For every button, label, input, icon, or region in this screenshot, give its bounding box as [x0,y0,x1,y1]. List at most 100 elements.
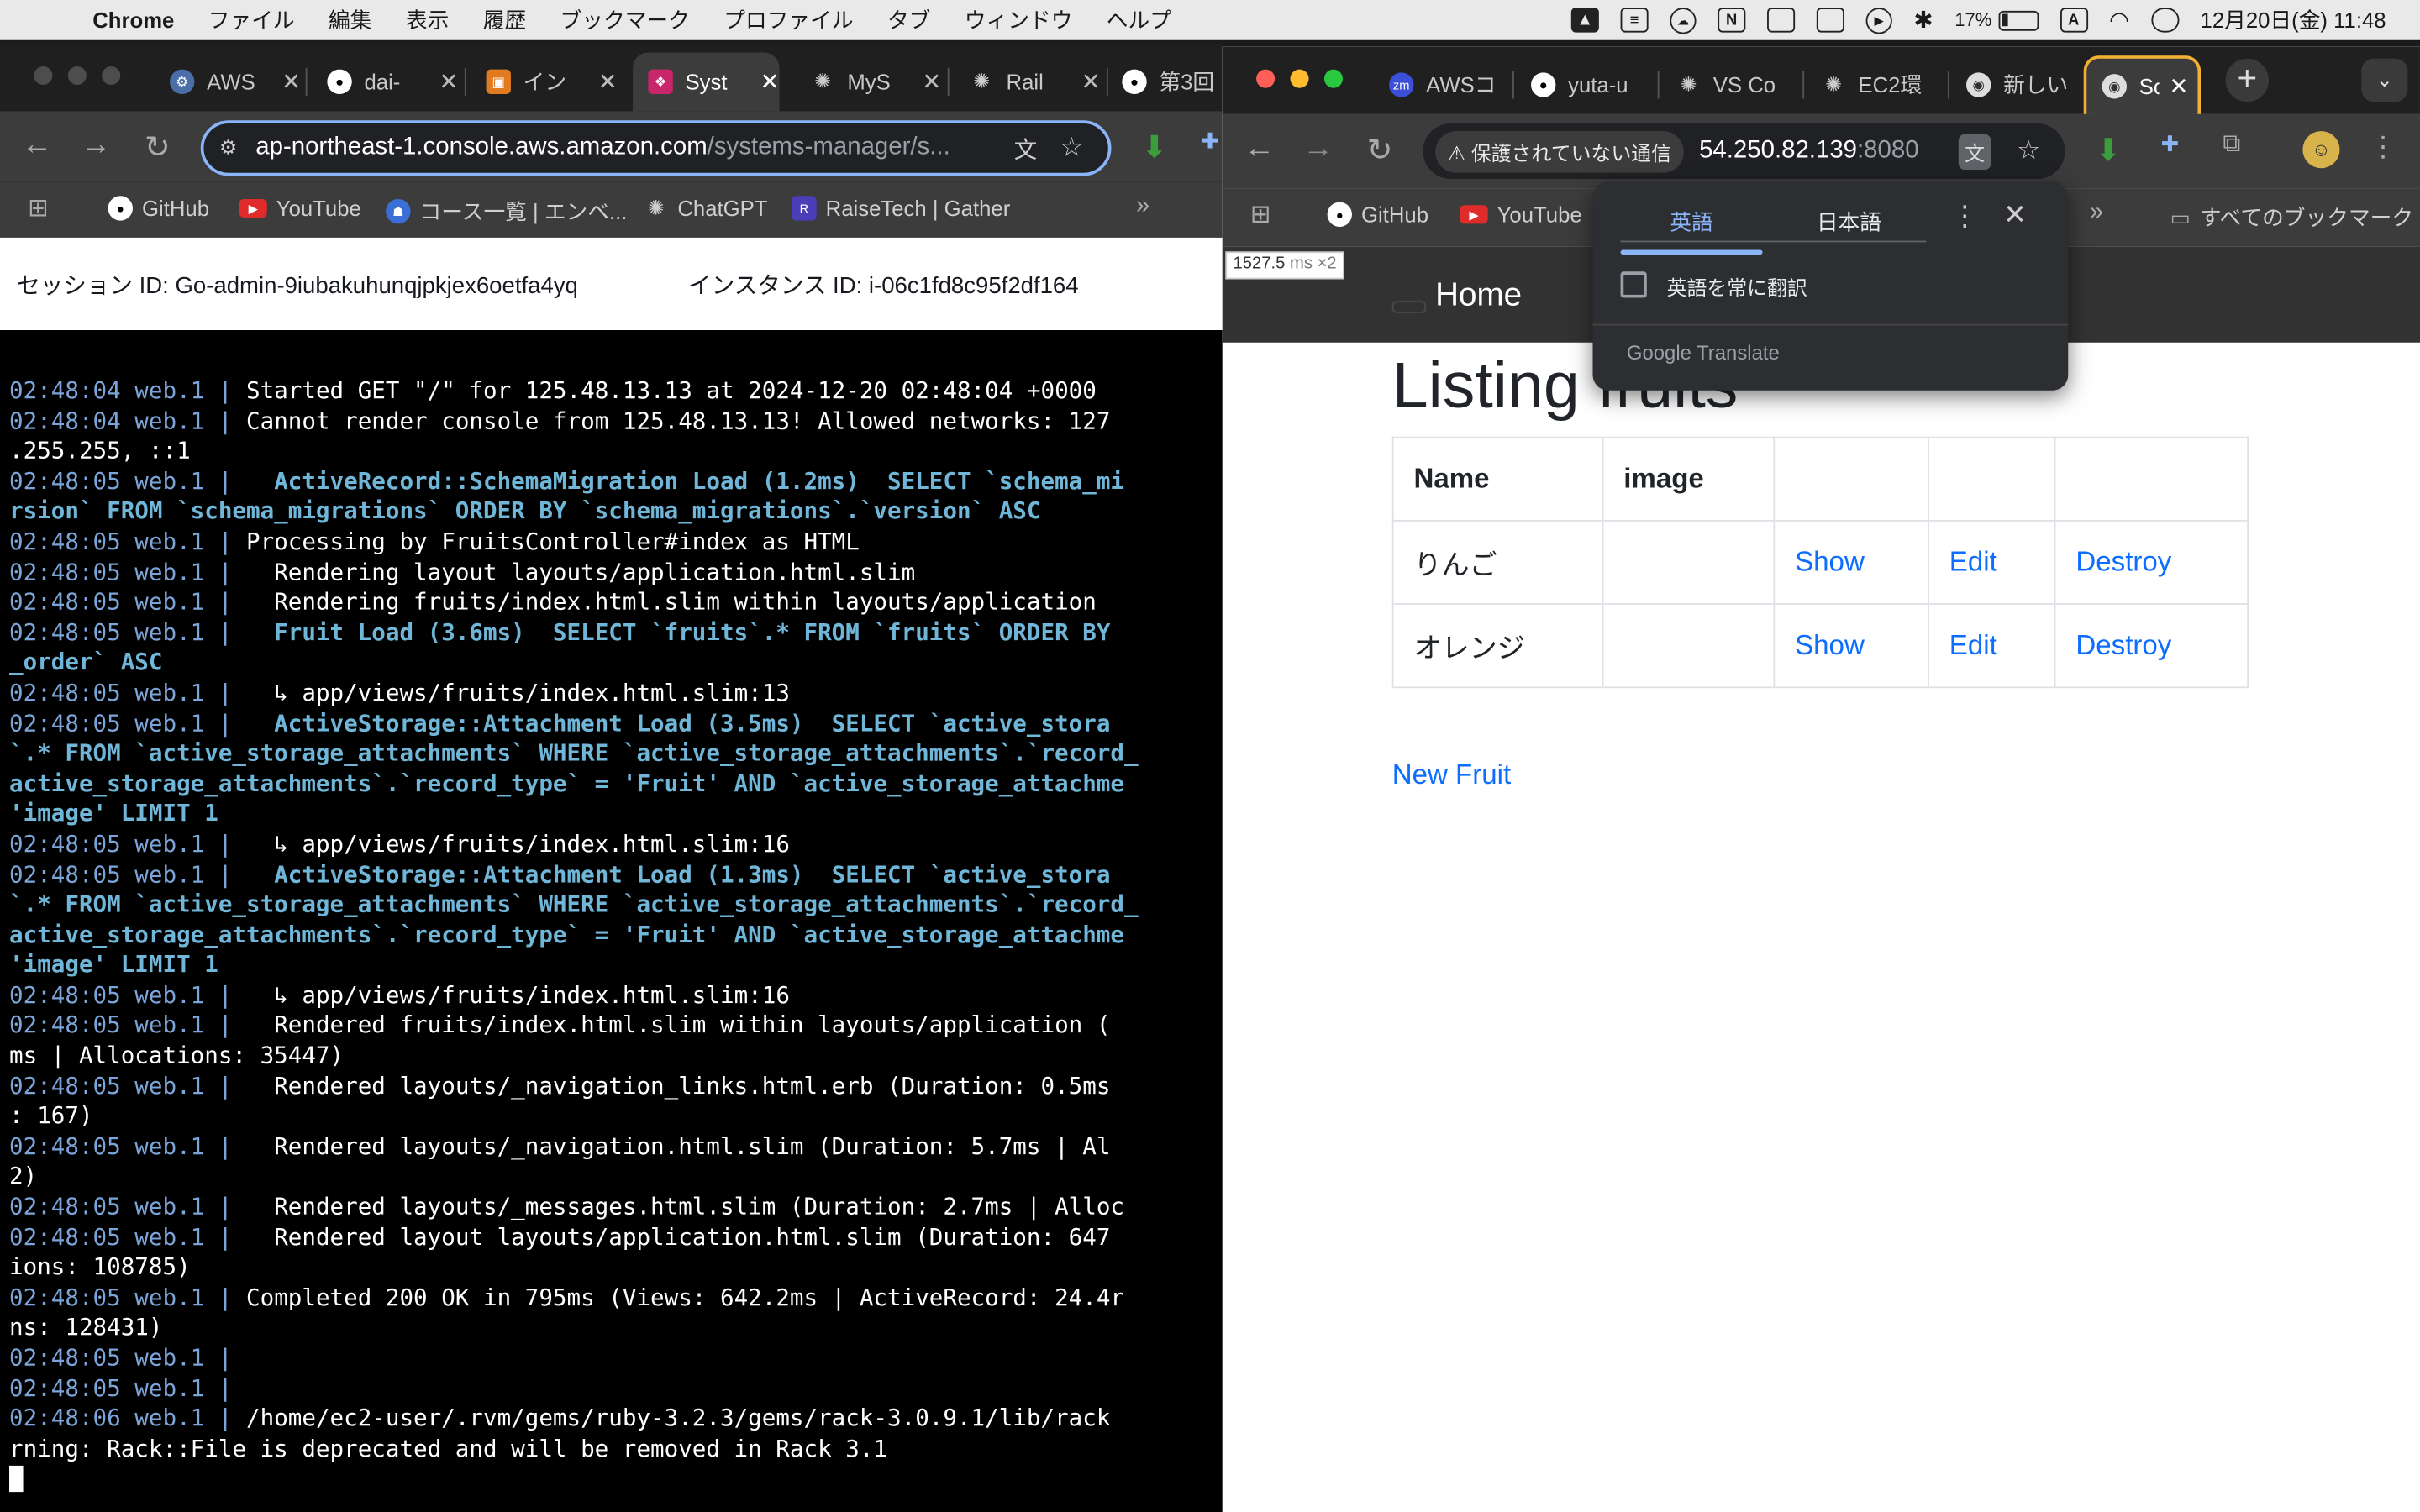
new-fruit-link[interactable]: New Fruit [1392,759,1511,792]
extension-icon[interactable]: ✚ [2151,131,2188,157]
cloud-sync-icon[interactable]: ☁ [1670,7,1697,34]
tab-app-active[interactable]: ◉ So ✕ [2083,55,2202,114]
site-settings-icon[interactable]: ⚙ [219,136,237,160]
tab-chatgpt-mysql[interactable]: ✺ MyS ✕ [795,52,941,111]
menu-help[interactable]: ヘルプ [1107,5,1171,36]
insecure-connection-chip[interactable]: ⚠ 保護されていない通信 [1435,130,1684,172]
notion-icon[interactable]: N [1718,8,1746,33]
tab-new-tab[interactable]: ◉ 新しい [1954,55,2081,114]
menu-bookmarks[interactable]: ブックマーク [560,5,690,36]
navbar-toggler-icon[interactable] [1392,301,1427,313]
forward-arrow-icon[interactable]: → [77,128,114,163]
download-icon[interactable]: ⬇ [1136,128,1173,166]
apps-grid-icon[interactable]: ⊞ [1250,199,1271,230]
translate-icon[interactable]: 文 [1014,132,1038,165]
bookmark-youtube[interactable]: ▶ YouTube [239,196,361,221]
close-icon[interactable]: ✕ [2003,199,2027,232]
app-menu[interactable]: Chrome [92,8,174,32]
window-minimize-button[interactable] [67,66,87,86]
tab-github-yuta[interactable]: ● yuta-u [1518,55,1655,114]
tab-chatgpt-rails[interactable]: ✺ Rail ✕ [954,52,1100,111]
control-center-icon[interactable] [2150,8,2179,33]
window-zoom-button[interactable] [102,66,121,86]
forward-arrow-icon[interactable]: → [1300,131,1337,166]
left-address-bar[interactable]: ⚙ ap-northeast-1.console.aws.amazon.com /… [200,120,1112,176]
back-arrow-icon[interactable]: ← [18,128,55,163]
right-address-bar[interactable]: ⚠ 保護されていない通信 54.250.82.139:8080 文 ☆ [1423,123,2065,180]
destroy-link[interactable]: Destroy [2075,629,2171,660]
bluetooth-icon[interactable]: ✱ [1913,6,1933,34]
input-source-icon[interactable]: A [2060,8,2088,33]
window-close-button[interactable] [34,66,53,86]
window-close-button[interactable] [1256,69,1276,88]
profile-avatar[interactable]: ☺ [2302,131,2340,169]
tab-github-third[interactable]: ● 第3回 [1113,52,1222,111]
download-icon[interactable]: ⬇ [2090,131,2127,170]
tab-close-icon[interactable]: ✕ [281,68,301,96]
menu-clock[interactable]: 12月20日(金) 11:48 [2201,5,2386,36]
bookmark-raisetech[interactable]: R RaiseTech | Gather [792,196,1010,221]
tab-systems-manager-active[interactable]: ❖ Syst ✕ [633,52,780,112]
window-switch-icon[interactable] [1816,8,1844,33]
play-icon[interactable]: ▶ [1865,7,1892,34]
tab-close-icon[interactable]: ✕ [1081,68,1100,96]
apps-grid-icon[interactable]: ⊞ [28,193,49,224]
edit-link[interactable]: Edit [1949,629,1997,660]
extensions-puzzle-icon[interactable]: ⧉ [2213,131,2250,159]
all-bookmarks-folder[interactable]: ▭ すべてのブックマーク [2170,202,2413,234]
extension-icon[interactable]: ✚ [1192,128,1223,154]
bookmark-star-icon[interactable]: ☆ [1060,133,1083,164]
bookmark-course-list[interactable]: ☗ コース一覧 | エンベ... [386,196,627,227]
edit-link[interactable]: Edit [1949,546,1997,577]
bookmarks-overflow-icon[interactable]: » [2090,199,2103,227]
back-arrow-icon[interactable]: ← [1241,131,1278,166]
always-translate-checkbox[interactable] [1620,271,1647,298]
clipboard-icon[interactable]: ≡ [1620,8,1649,33]
menu-window[interactable]: ウィンドウ [965,5,1073,36]
delta-icon[interactable]: ▲ [1570,8,1599,33]
reload-icon[interactable]: ↻ [1361,131,1398,170]
bookmark-github[interactable]: ● GitHub [108,196,209,221]
menu-profiles[interactable]: プロファイル [723,5,853,36]
window-zoom-button[interactable] [1323,69,1343,88]
show-link[interactable]: Show [1795,546,1865,577]
translate-source-tab[interactable]: 英語 [1620,207,1763,255]
reload-icon[interactable]: ↻ [139,128,176,166]
chrome-menu-icon[interactable]: ⋮ [2365,131,2402,164]
tab-search-button[interactable]: ⌄ [2361,58,2408,102]
bookmark-star-icon[interactable]: ☆ [2017,136,2040,167]
terminal-prompt[interactable] [0,1465,1223,1495]
menu-history[interactable]: 履歴 [483,5,526,36]
tab-close-icon[interactable]: ✕ [760,68,779,96]
menu-tab[interactable]: タブ [887,5,930,36]
tab-zoom-aws[interactable]: zm AWSコ [1374,55,1510,114]
tab-chatgpt-ec2[interactable]: ✺ EC2環 [1809,55,1945,114]
bookmarks-overflow-icon[interactable]: » [1136,193,1150,221]
battery-indicator[interactable]: 17% [1954,9,2039,31]
menu-edit[interactable]: 編集 [329,5,371,36]
tab-close-icon[interactable]: ✕ [2169,72,2188,100]
tab-chatgpt-vscode[interactable]: ✺ VS Co [1664,55,1800,114]
tab-github-dai[interactable]: ● dai- ✕ [312,52,459,111]
menu-view[interactable]: 表示 [406,5,449,36]
show-link[interactable]: Show [1795,629,1865,660]
profiler-badge[interactable]: 1527.5 ms ×2 [1225,251,1344,280]
wifi-icon[interactable]: ◠ [2109,6,2129,34]
destroy-link[interactable]: Destroy [2075,546,2171,577]
translate-options-icon[interactable]: ⋮ [1951,201,1979,234]
nav-home-link[interactable]: Home [1435,278,1522,315]
tab-close-icon[interactable]: ✕ [598,68,618,96]
tab-close-icon[interactable]: ✕ [439,68,458,96]
tab-close-icon[interactable]: ✕ [922,68,941,96]
terminal-output[interactable]: 02:48:04 web.1 | Started GET "/" for 125… [0,330,1223,1512]
display-icon[interactable] [1766,8,1796,33]
translate-target-tab[interactable]: 日本語 [1772,207,1927,238]
new-tab-button[interactable]: + [2225,58,2269,102]
menu-file[interactable]: ファイル [208,5,295,36]
bookmark-youtube[interactable]: ▶ YouTube [1460,202,1582,227]
window-minimize-button[interactable] [1290,69,1309,88]
translate-icon[interactable]: 文 [1958,133,1991,170]
tab-ec2-instances[interactable]: ▣ イン ✕ [471,52,618,111]
bookmark-chatgpt[interactable]: ✺ ChatGPT [644,196,768,220]
bookmark-github[interactable]: ● GitHub [1327,202,1428,227]
